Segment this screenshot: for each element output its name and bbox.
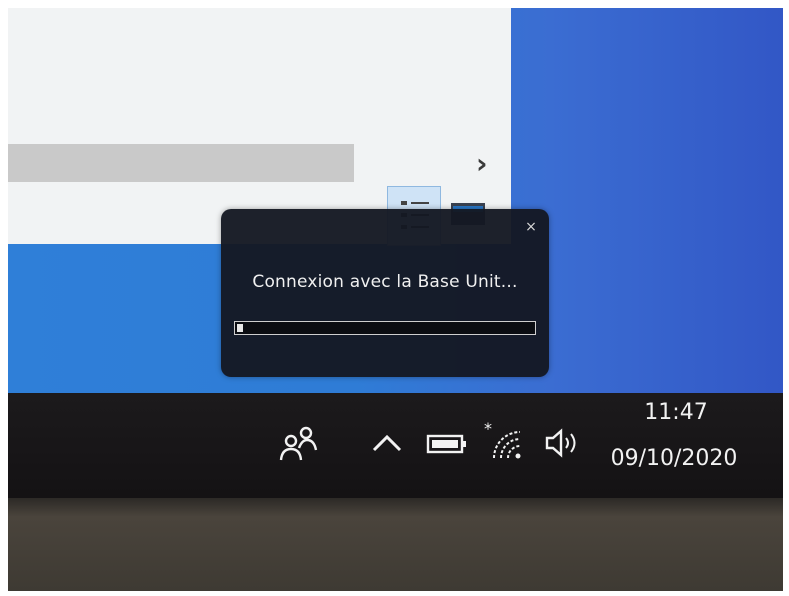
clock-date[interactable]: 09/10/2020 bbox=[598, 446, 750, 471]
svg-text:*: * bbox=[484, 420, 492, 438]
chevron-up-icon[interactable] bbox=[370, 430, 404, 456]
dialog-message: Connexion avec la Base Unit... bbox=[252, 272, 518, 292]
wifi-icon[interactable]: * bbox=[482, 420, 524, 460]
progress-bar bbox=[234, 321, 536, 335]
photo-frame: › × Connexion avec la Base Unit... bbox=[8, 8, 783, 591]
desktop-wallpaper: › × Connexion avec la Base Unit... bbox=[8, 8, 783, 393]
chevron-right-icon[interactable]: › bbox=[476, 150, 500, 178]
progress-fill bbox=[237, 324, 243, 332]
clock-time[interactable]: 11:47 bbox=[620, 400, 732, 425]
close-icon[interactable]: × bbox=[523, 219, 539, 235]
volume-icon[interactable] bbox=[543, 426, 585, 460]
connection-dialog: × Connexion avec la Base Unit... bbox=[221, 209, 549, 377]
battery-icon[interactable] bbox=[426, 432, 468, 456]
people-icon[interactable] bbox=[278, 425, 320, 463]
laptop-bezel bbox=[8, 498, 783, 591]
explorer-scrollbar[interactable] bbox=[8, 144, 354, 182]
